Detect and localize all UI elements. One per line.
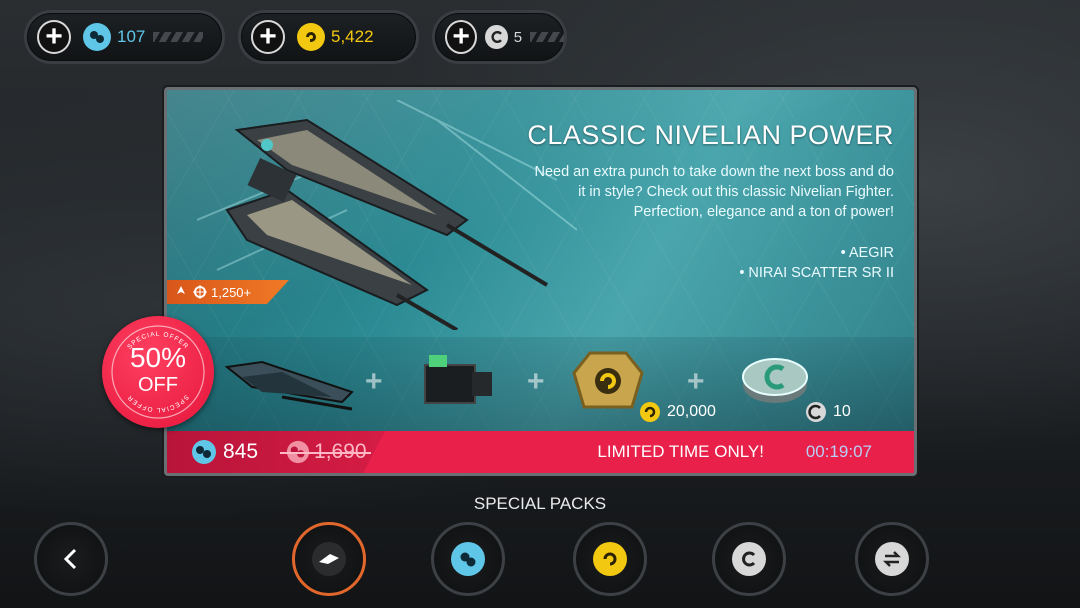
weapon-module-icon — [424, 355, 492, 404]
price-original: 1,690 — [280, 440, 371, 464]
tab-exchange[interactable] — [855, 522, 929, 596]
fighter-ship-icon — [224, 360, 354, 411]
tab-tokens[interactable] — [712, 522, 786, 596]
back-button[interactable] — [34, 522, 108, 596]
badge-percent: 50% — [129, 342, 187, 373]
ship-icon — [312, 542, 346, 576]
tokens-reward: 10 — [805, 401, 851, 423]
power-value: 1,250+ — [211, 284, 252, 300]
crystals-amount: 107 — [117, 27, 146, 46]
countdown-timer: 00:19:07 — [805, 442, 872, 461]
discount-badge: SPECIAL OFFER SPECIAL OFFER 50% OFF — [102, 316, 214, 428]
fleet-icon — [177, 286, 185, 294]
token-icon — [732, 542, 766, 576]
chevron-left-icon — [63, 548, 77, 570]
add-credits-button[interactable]: + — [251, 20, 285, 54]
price-section[interactable]: 845 1,690 — [167, 431, 385, 473]
section-title: SPECIAL PACKS — [473, 494, 607, 513]
credit-icon — [593, 542, 627, 576]
credits-chip-icon — [572, 351, 644, 409]
offer-item-list: • AEGIR • NIRAI SCATTER SR II — [739, 243, 894, 283]
credits-reward: 20,000 — [639, 401, 716, 423]
token-icon — [485, 25, 508, 49]
tokens-stack-icon — [742, 358, 808, 403]
crosshair-icon — [193, 285, 207, 299]
tab-special-packs[interactable] — [292, 522, 366, 596]
plus-separator: + — [365, 365, 383, 398]
exchange-icon — [875, 542, 909, 576]
credits-amount: 5,422 — [331, 27, 374, 46]
crystal-icon — [286, 440, 310, 464]
price-current: 845 — [223, 440, 259, 463]
badge-off: OFF — [138, 374, 178, 396]
tokens-reward-amount: 10 — [833, 403, 851, 420]
offer-item: • NIRAI SCATTER SR II — [739, 265, 894, 281]
credit-icon — [640, 402, 660, 422]
crystal-icon — [192, 440, 216, 464]
pill-decoration — [153, 32, 204, 42]
offer-item: • AEGIR — [840, 245, 894, 261]
add-crystals-button[interactable]: + — [37, 20, 71, 54]
tab-crystals[interactable] — [431, 522, 505, 596]
plus-separator: + — [527, 365, 545, 398]
tab-credits[interactable] — [573, 522, 647, 596]
limited-time-label: LIMITED TIME ONLY! — [597, 442, 764, 461]
bundle-contents: + + 20,000 + 10 — [167, 337, 914, 432]
tokens-amount: 5 — [513, 28, 523, 46]
add-tokens-button[interactable]: + — [445, 20, 478, 54]
crystal-icon — [451, 542, 485, 576]
offer-description: Need an extra punch to take down the nex… — [534, 164, 894, 220]
token-icon — [806, 402, 826, 422]
plus-separator: + — [687, 365, 705, 398]
credits-currency-pill: + 5,422 — [238, 10, 419, 64]
crystals-currency-pill: + 107 — [24, 10, 225, 64]
offer-title: CLASSIC NIVELIAN POWER — [527, 120, 894, 150]
badge-bottom-text: SPECIAL OFFER — [126, 393, 189, 413]
purchase-bar[interactable]: 845 1,690 LIMITED TIME ONLY! 00:19:07 — [167, 431, 914, 473]
price-original-value: 1,690 — [314, 440, 367, 463]
svg-text:SPECIAL OFFER: SPECIAL OFFER — [126, 393, 190, 413]
crystal-icon — [83, 23, 111, 51]
credit-icon — [297, 23, 325, 51]
tokens-currency-pill: + 5 — [432, 10, 567, 64]
pill-decoration — [530, 32, 564, 42]
credits-reward-amount: 20,000 — [667, 403, 716, 420]
special-offer-card[interactable]: 1,250+ CLASSIC NIVELIAN POWER Need an ex… — [164, 87, 917, 476]
